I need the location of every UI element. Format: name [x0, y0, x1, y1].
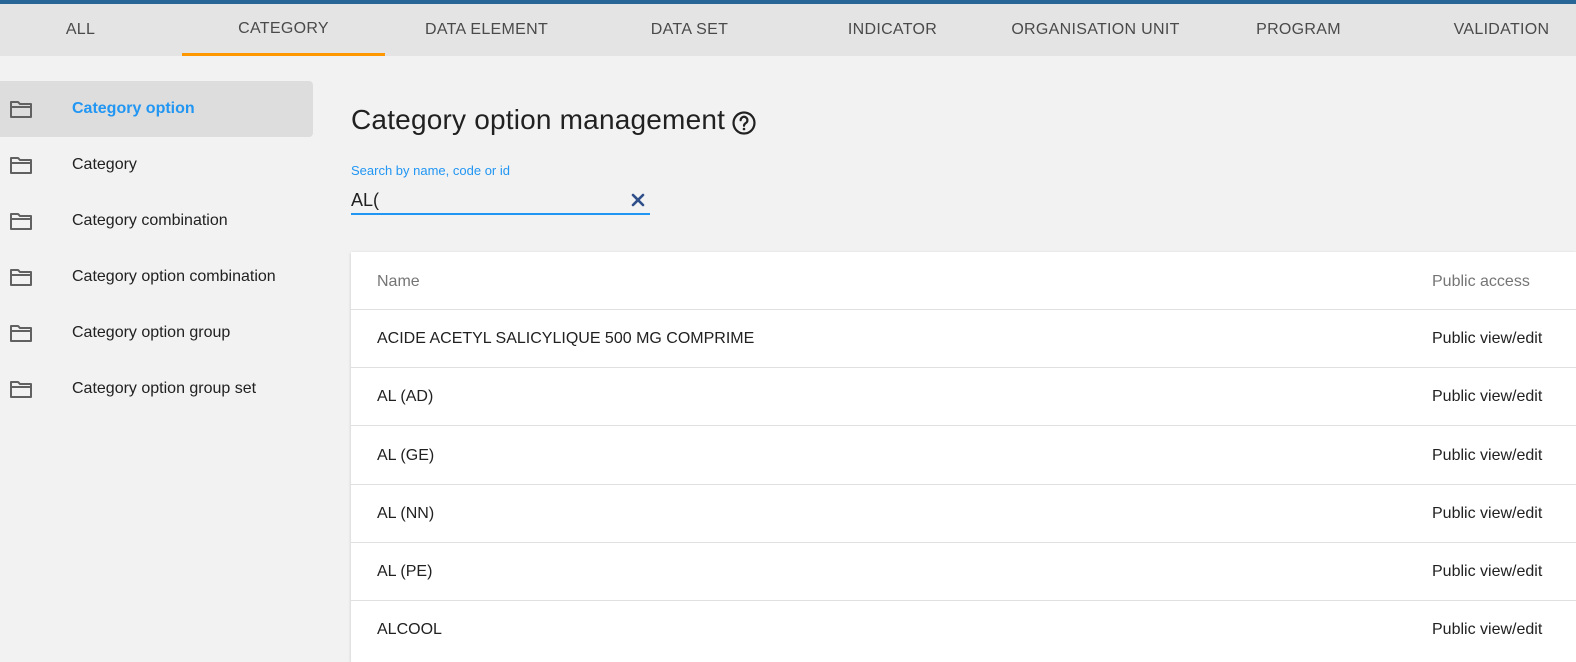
- column-header-name[interactable]: Name: [377, 273, 420, 291]
- table-row[interactable]: AL (PE) Public view/edit: [351, 543, 1576, 601]
- cell-name: AL (AD): [377, 388, 434, 405]
- section-tabs: ALL CATEGORY DATA ELEMENT DATA SET INDIC…: [0, 4, 1576, 56]
- cell-name: AL (NN): [377, 505, 435, 522]
- sidebar-item-category-option-combination[interactable]: Category option combination: [0, 249, 313, 305]
- tab-data-set[interactable]: DATA SET: [588, 4, 791, 56]
- cell-name: AL (GE): [377, 447, 435, 464]
- sidebar-item-label: Category option group set: [72, 380, 257, 397]
- search-label: Search by name, code or id: [351, 163, 510, 178]
- sidebar-item-label: Category option group: [72, 324, 231, 341]
- cell-public-access: Public view/edit: [1432, 505, 1543, 522]
- sidebar-item-label: Category option: [72, 100, 195, 117]
- folder-icon: [10, 269, 32, 286]
- sidebar-item-category-combination[interactable]: Category combination: [0, 193, 313, 249]
- cell-public-access: Public view/edit: [1432, 621, 1543, 638]
- cell-name: ALCOOL: [377, 621, 442, 638]
- table-header: Name Public access: [351, 252, 1576, 310]
- search-input[interactable]: [351, 186, 623, 214]
- cell-name: ACIDE ACETYL SALICYLIQUE 500 MG COMPRIME: [377, 330, 755, 347]
- sidebar-item-label: Category option combination: [72, 268, 276, 285]
- cell-public-access: Public view/edit: [1432, 330, 1543, 347]
- tab-organisation-unit[interactable]: ORGANISATION UNIT: [994, 4, 1197, 56]
- cell-public-access: Public view/edit: [1432, 563, 1543, 580]
- sidebar-item-category-option[interactable]: Category option: [0, 81, 313, 137]
- page-title: Category option management: [351, 104, 726, 135]
- table-row[interactable]: AL (GE) Public view/edit: [351, 427, 1576, 485]
- clear-search-icon[interactable]: [630, 192, 646, 208]
- sidebar: Category option Category Category combin…: [0, 81, 314, 417]
- folder-icon: [10, 157, 32, 174]
- tab-indicator[interactable]: INDICATOR: [791, 4, 994, 56]
- folder-icon: [10, 325, 32, 342]
- tab-validation[interactable]: VALIDATION: [1400, 4, 1576, 56]
- table-row[interactable]: AL (AD) Public view/edit: [351, 368, 1576, 426]
- tab-category[interactable]: CATEGORY: [182, 4, 385, 56]
- table-row[interactable]: ALCOOL Public view/edit: [351, 601, 1576, 659]
- sidebar-item-label: Category: [72, 156, 137, 173]
- sidebar-item-category[interactable]: Category: [0, 137, 313, 193]
- folder-icon: [10, 213, 32, 230]
- help-circle-icon[interactable]: [731, 110, 757, 136]
- search-underline: [351, 213, 650, 215]
- sidebar-item-category-option-group[interactable]: Category option group: [0, 305, 313, 361]
- tab-all[interactable]: ALL: [0, 4, 161, 56]
- column-header-public-access[interactable]: Public access: [1432, 273, 1530, 291]
- cell-name: AL (PE): [377, 563, 433, 580]
- cell-public-access: Public view/edit: [1432, 447, 1543, 464]
- table-row[interactable]: AL (NN) Public view/edit: [351, 485, 1576, 543]
- category-options-table: Name Public access ACIDE ACETYL SALICYLI…: [351, 252, 1576, 662]
- sidebar-item-label: Category combination: [72, 212, 228, 229]
- cell-public-access: Public view/edit: [1432, 388, 1543, 405]
- table-row[interactable]: ACIDE ACETYL SALICYLIQUE 500 MG COMPRIME…: [351, 310, 1576, 368]
- folder-icon: [10, 381, 32, 398]
- tab-data-element[interactable]: DATA ELEMENT: [385, 4, 588, 56]
- sidebar-item-category-option-group-set[interactable]: Category option group set: [0, 361, 313, 417]
- folder-icon: [10, 101, 32, 118]
- tab-program[interactable]: PROGRAM: [1197, 4, 1400, 56]
